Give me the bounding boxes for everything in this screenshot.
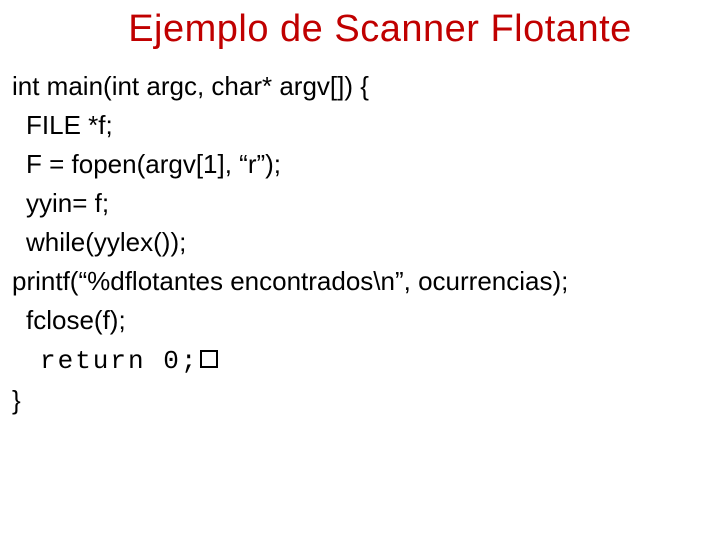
slide-title: Ejemplo de Scanner Flotante (12, 8, 708, 51)
code-line-9: } (12, 381, 708, 420)
slide-container: Ejemplo de Scanner Flotante int main(int… (0, 0, 720, 540)
box-glyph-icon (200, 350, 218, 368)
code-line-7: fclose(f); (12, 301, 708, 340)
return-text: return 0; (40, 346, 198, 376)
code-block: int main(int argc, char* argv[]) { FILE … (12, 67, 708, 420)
code-line-4: yyin= f; (12, 184, 708, 223)
code-line-5: while(yylex()); (12, 223, 708, 262)
code-line-2: FILE *f; (12, 106, 708, 145)
code-line-6: printf(“%dflotantes encontrados\n”, ocur… (12, 262, 708, 301)
code-line-1: int main(int argc, char* argv[]) { (12, 67, 708, 106)
code-line-3: F = fopen(argv[1], “r”); (12, 145, 708, 184)
code-line-8: return 0; (12, 340, 708, 381)
